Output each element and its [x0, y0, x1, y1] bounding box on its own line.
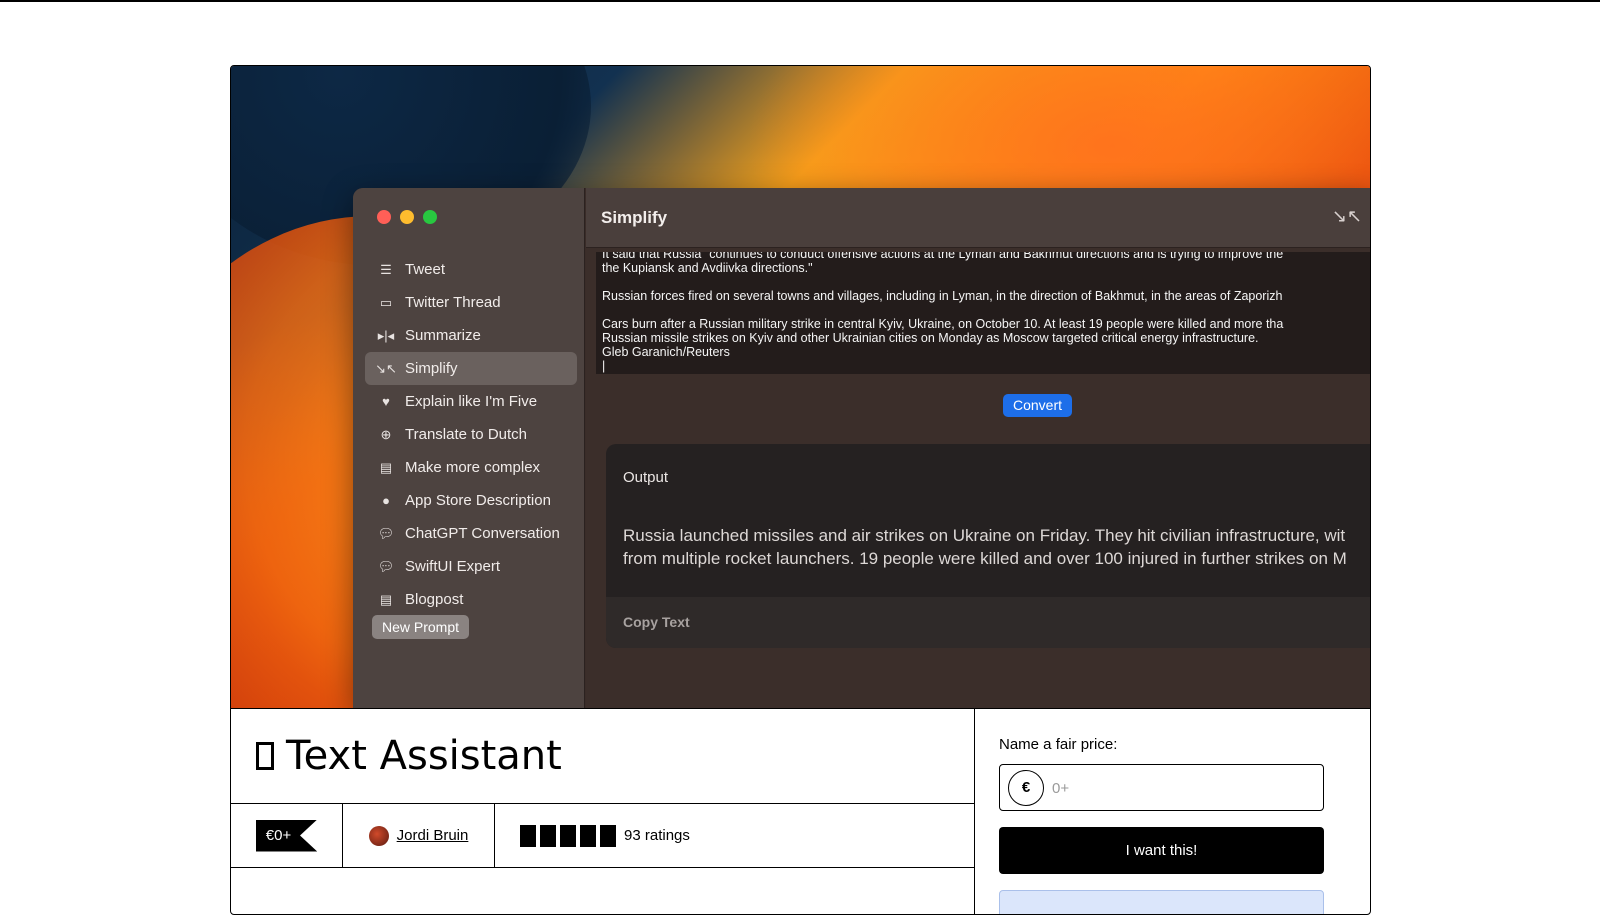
star-icon: [540, 824, 556, 847]
sidebar-item-label: Tweet: [405, 261, 446, 278]
sidebar-item-translate-dutch[interactable]: ⊕ Translate to Dutch: [365, 418, 577, 451]
hero-image: ☰ Tweet ▭ Twitter Thread ▸|◂ Summarize ↘↖ Si…: [231, 66, 1370, 708]
window-controls: [377, 210, 437, 224]
list-icon: ☰: [380, 261, 392, 277]
sidebar-item-label: Blogpost: [405, 591, 464, 608]
summarize-icon: ▸|◂: [377, 327, 395, 343]
output-line: from multiple rocket launchers. 19 peopl…: [623, 549, 1347, 568]
sidebar-item-label: Simplify: [405, 360, 458, 377]
sidebar-item-label: Translate to Dutch: [405, 426, 527, 443]
input-text-area[interactable]: It said that Russia "continues to conduc…: [596, 252, 1370, 374]
secondary-button[interactable]: [999, 890, 1324, 914]
minimize-window-button[interactable]: [400, 210, 414, 224]
app-main-panel: Simplify ↘↖ It said that Russia "continu…: [586, 188, 1370, 708]
sidebar-item-twitter-thread[interactable]: ▭ Twitter Thread: [365, 286, 577, 319]
sidebar-item-simplify[interactable]: ↘↖ Simplify: [365, 352, 577, 385]
product-info: Text Assistant €0+ Jordi Bruin 93 rating…: [231, 708, 975, 914]
convert-button[interactable]: Convert: [1003, 394, 1073, 417]
sidebar-item-swiftui-expert[interactable]: 💬︎ SwiftUI Expert: [365, 550, 577, 583]
close-window-button[interactable]: [377, 210, 391, 224]
sidebar-item-summarize[interactable]: ▸|◂ Summarize: [365, 319, 577, 352]
sidebar-item-chatgpt-conversation[interactable]: 💬︎ ChatGPT Conversation: [365, 517, 577, 550]
sidebar-item-explain-like-five[interactable]: ♥ Explain like I'm Five: [365, 385, 577, 418]
product-card: ☰ Tweet ▭ Twitter Thread ▸|◂ Summarize ↘↖ Si…: [230, 65, 1371, 915]
output-text: Russia launched missiles and air strikes…: [623, 524, 1370, 570]
ratings-count: 93 ratings: [624, 827, 690, 844]
sidebar-item-label: Explain like I'm Five: [405, 393, 538, 410]
price-input[interactable]: [1052, 775, 1312, 801]
output-label: Output: [623, 469, 669, 486]
heart-icon: ♥: [382, 394, 390, 409]
app-titlebar: Simplify ↘↖: [586, 188, 1370, 248]
app-sidebar: ☰ Tweet ▭ Twitter Thread ▸|◂ Summarize ↘↖ Si…: [353, 188, 585, 708]
input-line: Russian missile strikes on Kyiv and othe…: [602, 331, 1259, 345]
input-line: the Kupiansk and Avdiivka directions.": [602, 261, 813, 275]
document-icon: ▤: [379, 459, 393, 475]
meta-row: €0+ Jordi Bruin 93 ratings: [231, 804, 974, 868]
output-line: Russia launched missiles and air strikes…: [623, 526, 1346, 545]
sidebar-item-tweet[interactable]: ☰ Tweet: [365, 253, 577, 286]
output-panel: Output Russia launched missiles and air …: [606, 444, 1370, 648]
collapse-icon[interactable]: ↘↖: [1332, 206, 1362, 227]
fair-price-label: Name a fair price:: [999, 736, 1118, 753]
price-cell: €0+: [231, 804, 343, 867]
author-link[interactable]: Jordi Bruin: [397, 827, 469, 844]
thread-icon: ▭: [379, 294, 393, 310]
product-title: Text Assistant: [286, 733, 562, 779]
document-icon: ▤: [379, 591, 393, 607]
price-field: €: [999, 764, 1324, 811]
prompt-list: ☰ Tweet ▭ Twitter Thread ▸|◂ Summarize ↘↖ Si…: [365, 253, 577, 616]
new-prompt-button[interactable]: New Prompt: [372, 615, 470, 639]
globe-icon: ⊕: [380, 426, 392, 442]
circle-icon: ●: [382, 493, 390, 508]
sidebar-item-label: ChatGPT Conversation: [405, 525, 560, 542]
input-line: Gleb Garanich/Reuters: [602, 345, 730, 359]
top-border: [0, 0, 1600, 2]
buy-button[interactable]: I want this!: [999, 827, 1324, 874]
zoom-window-button[interactable]: [423, 210, 437, 224]
missing-glyph-icon: [256, 742, 274, 770]
input-line: It said that Russia "continues to conduc…: [602, 252, 1284, 261]
title-row: Text Assistant: [231, 709, 974, 804]
sidebar-item-label: SwiftUI Expert: [405, 558, 501, 575]
sidebar-item-blogpost[interactable]: ▤ Blogpost: [365, 583, 577, 616]
input-line: Russian forces fired on several towns an…: [602, 289, 1283, 303]
sidebar-item-label: App Store Description: [405, 492, 551, 509]
rating-cell[interactable]: 93 ratings: [495, 804, 690, 867]
sidebar-item-make-more-complex[interactable]: ▤ Make more complex: [365, 451, 577, 484]
star-icon: [520, 824, 536, 847]
chat-bubble-icon: 💬︎: [377, 525, 395, 541]
chat-bubble-icon: 💬︎: [377, 558, 395, 574]
price-badge: €0+: [255, 819, 318, 852]
currency-symbol: €: [1008, 770, 1044, 806]
sidebar-item-label: Summarize: [405, 327, 481, 344]
input-line: Cars burn after a Russian military strik…: [602, 317, 1284, 331]
star-icon: [600, 824, 616, 847]
star-icon: [580, 824, 596, 847]
copy-text-button[interactable]: Copy Text: [623, 614, 690, 630]
sidebar-item-label: Twitter Thread: [405, 294, 501, 311]
avatar: [368, 825, 389, 846]
sidebar-item-label: Make more complex: [405, 459, 541, 476]
output-footer: [606, 597, 1370, 648]
star-icon: [560, 824, 576, 847]
app-window: ☰ Tweet ▭ Twitter Thread ▸|◂ Summarize ↘↖ Si…: [353, 188, 1370, 708]
window-title: Simplify: [601, 208, 668, 227]
sidebar-item-app-store-description[interactable]: ● App Store Description: [365, 484, 577, 517]
simplify-icon: ↘↖: [375, 360, 397, 376]
author-cell: Jordi Bruin: [343, 804, 495, 867]
purchase-panel: Name a fair price: € I want this!: [975, 708, 1370, 914]
